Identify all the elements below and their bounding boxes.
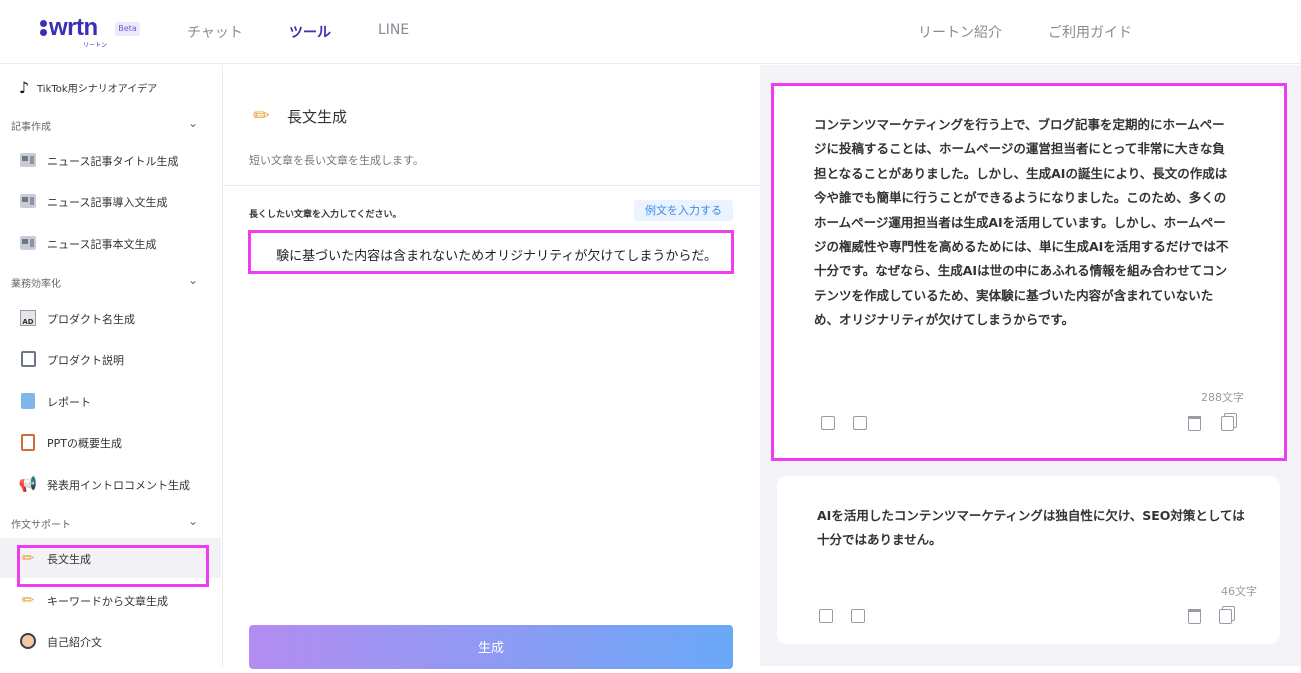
clipboard-icon <box>18 432 38 452</box>
newspaper-icon <box>18 233 38 253</box>
copy-icon[interactable] <box>1221 416 1234 435</box>
newspaper-icon <box>18 191 38 211</box>
trash-icon[interactable] <box>1188 416 1201 435</box>
copy-icon[interactable] <box>1219 609 1232 628</box>
highlight-box-sidebar <box>17 545 209 587</box>
section-article[interactable]: 記事作成 ⌄ <box>0 113 221 137</box>
example-input-button[interactable]: 例文を入力する <box>634 200 733 221</box>
ad-icon: AD <box>18 308 38 328</box>
result-card: コンテンツマーケティングを行う上で、ブログ記事を定期的にホームページに投稿するこ… <box>771 83 1287 461</box>
chevron-down-icon: ⌄ <box>188 514 199 528</box>
result-card: AIを活用したコンテンツマーケティングは独自性に欠け、SEO対策としては十分では… <box>777 476 1280 644</box>
sidebar-item-label: TikTok用シナリオアイデア <box>37 84 158 95</box>
result-text: コンテンツマーケティングを行う上で、ブログ記事を定期的にホームページに投稿するこ… <box>814 117 1229 328</box>
beta-badge: Beta <box>115 22 140 36</box>
nav-tools[interactable]: ツール <box>289 22 331 42</box>
sidebar-item-label: ニュース記事本文生成 <box>47 238 157 251</box>
trash-icon[interactable] <box>1188 609 1201 628</box>
chevron-down-icon: ⌄ <box>188 116 199 130</box>
thumbs-down-icon[interactable] <box>821 416 835 434</box>
document-cursor-icon <box>18 349 38 369</box>
chevron-down-icon: ⌄ <box>188 273 199 287</box>
divider <box>223 185 760 186</box>
logo-text: wrtn <box>49 14 98 41</box>
sidebar-item-label: 発表用イントロコメント生成 <box>47 479 190 492</box>
sidebar-item-ppt[interactable]: PPTの概要生成 <box>0 426 221 458</box>
thumbs-up-icon[interactable] <box>853 416 867 434</box>
sidebar-item-report[interactable]: レポート <box>0 385 221 417</box>
sidebar-item-label: ニュース記事導入文生成 <box>47 196 168 209</box>
sidebar-item-intro-comment[interactable]: 📢 発表用イントロコメント生成 <box>0 468 221 500</box>
logo-dots-icon <box>40 20 48 38</box>
newspaper-icon <box>18 150 38 170</box>
section-label: 記事作成 <box>11 122 51 133</box>
input-label: 長くしたい文章を入力してください。 <box>249 210 402 220</box>
thumbs-down-icon[interactable] <box>819 609 833 627</box>
input-value: 験に基づいた内容は含まれないためオリジナリティが欠けてしまうからだ。 <box>276 249 717 264</box>
pencil-icon: ✏ <box>253 103 270 127</box>
sidebar-item-label: プロダクト説明 <box>47 354 124 367</box>
nav-line[interactable]: LINE <box>378 22 409 38</box>
sidebar-item-tiktok[interactable]: ♪ TikTok用シナリオアイデア <box>0 71 221 103</box>
report-icon <box>18 391 38 411</box>
char-count: 46文字 <box>1221 585 1257 598</box>
logo-subtext: リートン <box>83 42 108 49</box>
tiktok-icon: ♪ <box>18 77 30 97</box>
sidebar-item-news-title[interactable]: ニュース記事タイトル生成 <box>0 144 221 176</box>
nav-about[interactable]: リートン紹介 <box>918 22 1002 42</box>
char-count: 288文字 <box>1201 391 1244 404</box>
sidebar: ♪ TikTok用シナリオアイデア 記事作成 ⌄ ニュース記事タイトル生成 ニュ… <box>0 65 221 666</box>
sidebar-item-keyword-text[interactable]: ✏ キーワードから文章生成 <box>0 584 221 616</box>
tool-panel: ✏ 長文生成 短い文章を長い文章を生成します。 長くしたい文章を入力してください… <box>222 65 760 669</box>
sidebar-item-self-intro[interactable]: 自己紹介文 <box>0 625 221 657</box>
nav-guide[interactable]: ご利用ガイド <box>1048 22 1132 42</box>
person-icon <box>18 631 38 651</box>
top-header: wrtn リートン Beta チャット ツール LINE リートン紹介 ご利用ガ… <box>0 0 1301 64</box>
sidebar-item-news-body[interactable]: ニュース記事本文生成 <box>0 227 221 259</box>
pencil-icon: ✏ <box>21 591 35 609</box>
long-text-input[interactable]: 験に基づいた内容は含まれないためオリジナリティが欠けてしまうからだ。 <box>248 230 734 274</box>
sidebar-item-label: 自己紹介文 <box>47 636 102 649</box>
result-text: AIを活用したコンテンツマーケティングは独自性に欠け、SEO対策としては十分では… <box>817 508 1245 548</box>
sidebar-item-label: ニュース記事タイトル生成 <box>47 155 179 168</box>
sidebar-item-label: レポート <box>47 396 91 409</box>
nav-chat[interactable]: チャット <box>187 22 243 42</box>
sidebar-item-label: PPTの概要生成 <box>47 437 122 450</box>
section-writing-support[interactable]: 作文サポート ⌄ <box>0 511 221 535</box>
generate-button[interactable]: 生成 <box>249 625 733 669</box>
tool-title: 長文生成 <box>287 108 348 126</box>
section-productivity[interactable]: 業務効率化 ⌄ <box>0 270 221 294</box>
sidebar-item-product-name[interactable]: AD プロダクト名生成 <box>0 302 221 334</box>
section-label: 業務効率化 <box>11 279 61 290</box>
megaphone-icon: 📢 <box>18 475 38 493</box>
sidebar-item-news-intro[interactable]: ニュース記事導入文生成 <box>0 185 221 217</box>
section-label: 作文サポート <box>11 520 71 531</box>
results-panel: コンテンツマーケティングを行う上で、ブログ記事を定期的にホームページに投稿するこ… <box>760 65 1301 666</box>
tool-description: 短い文章を長い文章を生成します。 <box>249 154 424 167</box>
sidebar-item-product-desc[interactable]: プロダクト説明 <box>0 343 221 375</box>
sidebar-item-label: プロダクト名生成 <box>47 313 135 326</box>
sidebar-item-label: キーワードから文章生成 <box>47 595 168 608</box>
thumbs-up-icon[interactable] <box>851 609 865 627</box>
